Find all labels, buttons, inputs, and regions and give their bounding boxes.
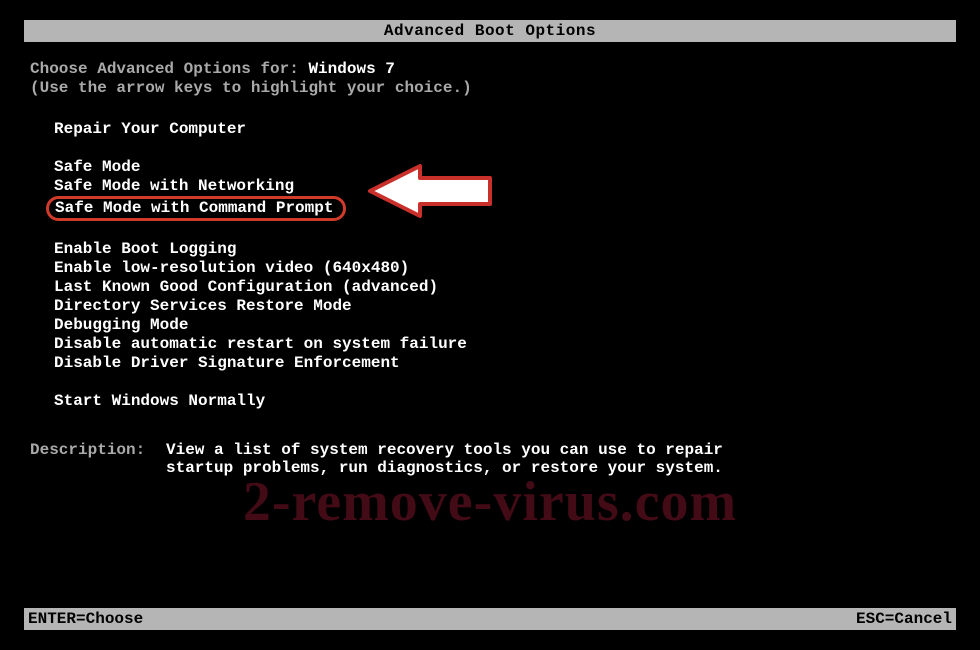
description-text: View a list of system recovery tools you…	[166, 441, 950, 477]
title-bar: Advanced Boot Options	[24, 20, 956, 42]
selected-highlight: Safe Mode with Command Prompt	[46, 196, 346, 221]
footer-enter: ENTER=Choose	[28, 608, 143, 630]
content-area: Choose Advanced Options for: Windows 7 (…	[30, 60, 950, 610]
menu-safe-mode-networking[interactable]: Safe Mode with Networking	[54, 177, 950, 196]
description-block: Description: View a list of system recov…	[30, 441, 950, 477]
footer-bar: ENTER=Choose ESC=Cancel	[24, 608, 956, 630]
menu-disable-driver-sig[interactable]: Disable Driver Signature Enforcement	[54, 354, 950, 373]
footer-esc: ESC=Cancel	[856, 608, 952, 630]
choose-line: Choose Advanced Options for: Windows 7	[30, 60, 950, 79]
title-text: Advanced Boot Options	[384, 22, 596, 40]
menu-repair-your-computer[interactable]: Repair Your Computer	[54, 120, 950, 139]
menu-directory-services-restore[interactable]: Directory Services Restore Mode	[54, 297, 950, 316]
menu-safe-mode-command-prompt[interactable]: Safe Mode with Command Prompt	[54, 196, 950, 221]
menu-enable-boot-logging[interactable]: Enable Boot Logging	[54, 240, 950, 259]
menu-debugging-mode[interactable]: Debugging Mode	[54, 316, 950, 335]
menu-start-windows-normally[interactable]: Start Windows Normally	[54, 392, 950, 411]
menu-safe-mode[interactable]: Safe Mode	[54, 158, 950, 177]
menu-last-known-good[interactable]: Last Known Good Configuration (advanced)	[54, 278, 950, 297]
menu-disable-auto-restart[interactable]: Disable automatic restart on system fail…	[54, 335, 950, 354]
os-name: Windows 7	[308, 60, 394, 78]
boot-screen: Advanced Boot Options Choose Advanced Op…	[0, 0, 980, 650]
hint-line: (Use the arrow keys to highlight your ch…	[30, 79, 950, 98]
menu-low-res-video[interactable]: Enable low-resolution video (640x480)	[54, 259, 950, 278]
boot-menu[interactable]: Repair Your Computer Safe Mode Safe Mode…	[30, 120, 950, 411]
description-label: Description:	[30, 441, 166, 477]
